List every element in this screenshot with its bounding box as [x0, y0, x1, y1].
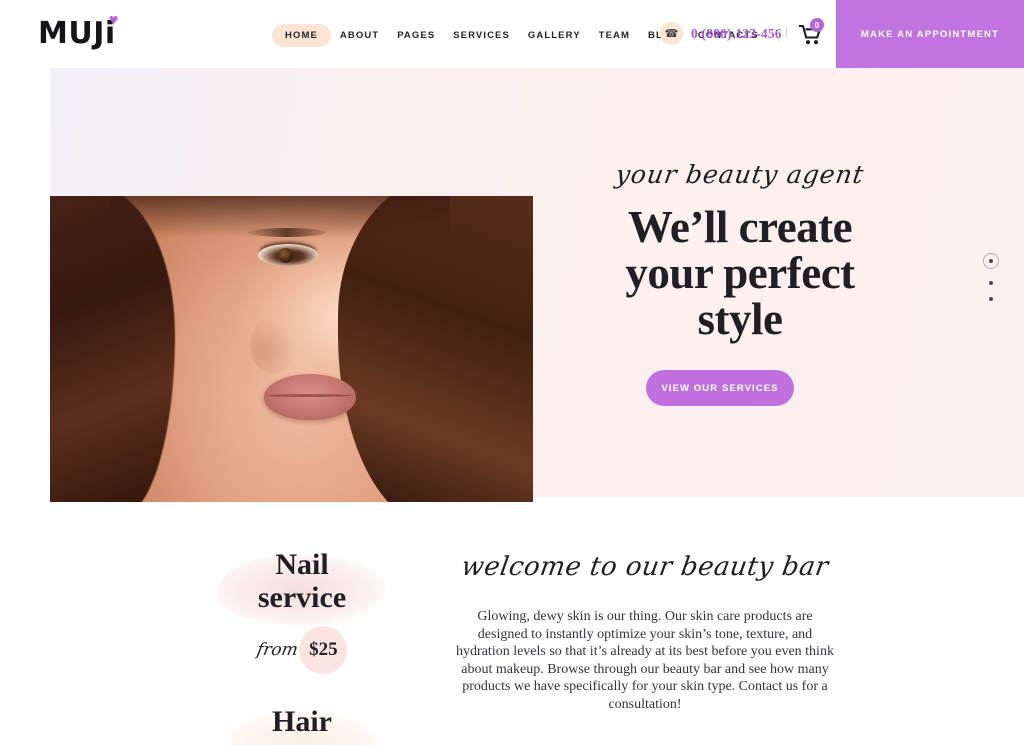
nav-item-pages[interactable]: PAGES: [388, 24, 444, 47]
phone-block[interactable]: ☎ 0 (800) 123-456: [660, 22, 782, 45]
service-price: $25: [299, 626, 348, 674]
nav-item-about[interactable]: ABOUT: [331, 24, 388, 47]
service-title: Hair: [272, 705, 332, 738]
site-header: MUJi ♥ HOME ABOUT PAGES SERVICES GALLERY…: [0, 0, 1024, 68]
service-card-nail[interactable]: Nail service from $25: [207, 548, 397, 674]
welcome-paragraph: Glowing, dewy skin is our thing. Our ski…: [456, 609, 834, 712]
service-card-hair[interactable]: Hair: [207, 705, 397, 745]
hero-model-photo: [50, 196, 533, 502]
service-title-line-2: service: [257, 581, 347, 614]
cart-count-badge: 0: [810, 18, 824, 32]
service-title-line-1: Nail: [275, 548, 329, 581]
make-appointment-button[interactable]: MAKE AN APPOINTMENT: [836, 0, 1024, 68]
nav-item-services[interactable]: SERVICES: [444, 24, 519, 47]
view-services-button[interactable]: VIEW OUR SERVICES: [646, 370, 794, 406]
service-from-label: from: [254, 640, 300, 660]
phone-icon: ☎: [660, 22, 683, 45]
service-title: Nail service: [207, 548, 397, 614]
model-hair-left: [50, 196, 175, 502]
model-nose: [250, 316, 296, 374]
model-hair-right: [338, 196, 533, 502]
hero-title-line-1: We’ll create: [627, 202, 853, 252]
slider-dot-3[interactable]: [989, 297, 993, 301]
slider-dot-1[interactable]: [983, 253, 999, 269]
model-lips: [264, 374, 356, 420]
hero-title-line-3: style: [697, 294, 783, 344]
hero-section: your beauty agent We’ll create your perf…: [50, 68, 1024, 502]
logo-text: MUJi: [38, 16, 116, 51]
hero-slider-dots: [983, 253, 999, 301]
welcome-section: welcome to our beauty bar Glowing, dewy …: [455, 552, 835, 713]
service-price-row: from $25: [207, 626, 397, 674]
phone-number[interactable]: 0 (800) 123-456: [691, 26, 782, 42]
header-divider: |: [785, 24, 789, 38]
nav-item-team[interactable]: TEAM: [590, 24, 639, 47]
logo[interactable]: MUJi ♥: [38, 14, 120, 51]
model-eyebrow: [248, 228, 326, 237]
model-pupil: [278, 248, 293, 263]
heart-icon: ♥: [108, 14, 120, 27]
nav-item-gallery[interactable]: GALLERY: [519, 24, 590, 47]
hero-title: We’ll create your perfect style: [530, 204, 950, 342]
welcome-heading: welcome to our beauty bar: [459, 552, 831, 582]
model-lip-line: [268, 394, 352, 397]
hero-title-line-2: your perfect: [625, 248, 855, 298]
nav-item-home[interactable]: HOME: [272, 24, 331, 47]
slider-dot-2[interactable]: [989, 281, 993, 285]
hero-eyebrow: your beauty agent: [613, 160, 867, 189]
